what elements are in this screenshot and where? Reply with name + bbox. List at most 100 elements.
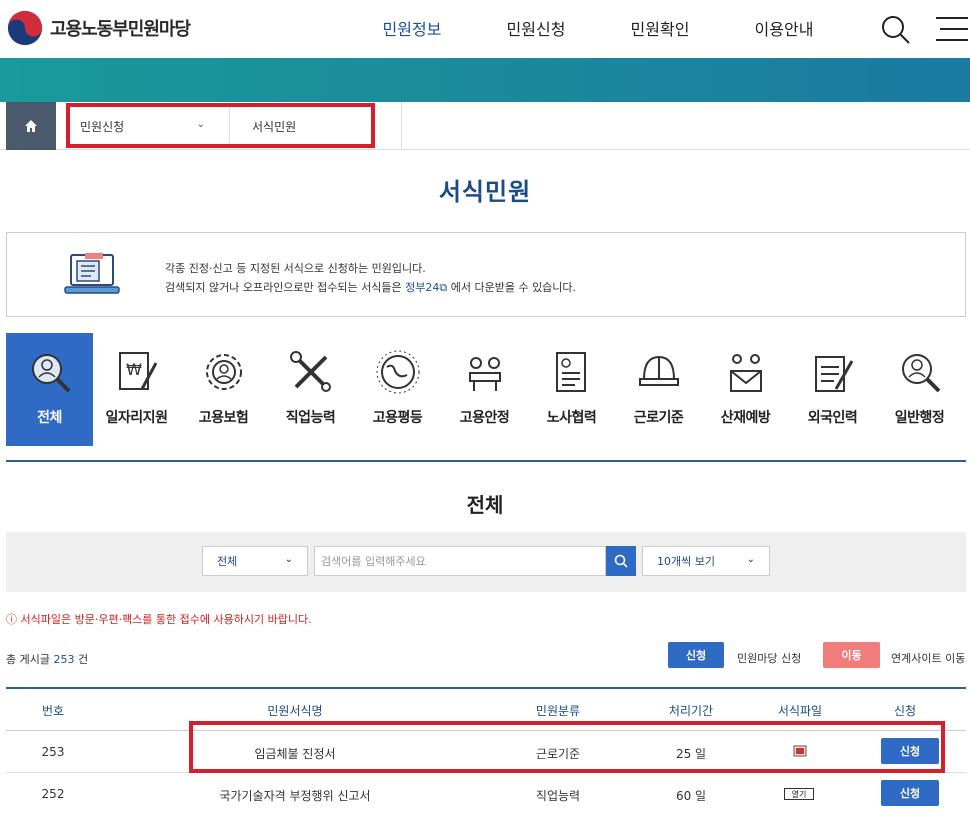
nav-item-apply[interactable]: 민원신청 bbox=[474, 16, 598, 40]
hamburger-menu-icon[interactable] bbox=[934, 14, 968, 44]
apply-button[interactable]: 신청 bbox=[881, 738, 939, 764]
category-label: 산재예방 bbox=[720, 410, 771, 426]
helmet-icon bbox=[639, 355, 679, 386]
table-row: 253 임금체불 진정서 근로기준 25 일 신청 bbox=[6, 731, 966, 773]
category-tab[interactable]: 직업능력 bbox=[267, 333, 354, 446]
breadcrumb-item-apply[interactable]: 민원신청 ⌄ bbox=[56, 102, 230, 150]
table-row: 252 국가기술자격 부정행위 신고서 직업능력 60 일 열기 신청 bbox=[6, 773, 966, 813]
category-tab[interactable]: 노사협력 bbox=[528, 333, 615, 446]
home-icon bbox=[25, 120, 37, 132]
category-tab[interactable]: 근로기준 bbox=[615, 333, 702, 446]
nav-item-check[interactable]: 민원확인 bbox=[598, 16, 722, 40]
row-number: 252 bbox=[41, 787, 65, 801]
row-form-name[interactable]: 국가기술자격 부정행위 신고서 bbox=[100, 787, 490, 804]
row-period: 25 일 bbox=[675, 747, 707, 761]
category-label: 고용안정 bbox=[459, 410, 510, 426]
row-category: 직업능력 bbox=[535, 789, 581, 803]
category-tab[interactable]: 고용보험 bbox=[180, 333, 267, 446]
table-header: 번호 민원서식명 민원분류 처리기간 서식파일 신청 bbox=[6, 687, 966, 731]
row-period: 60 일 bbox=[675, 789, 707, 803]
row-form-name[interactable]: 임금체불 진정서 bbox=[100, 745, 490, 762]
open-file-button[interactable]: 열기 bbox=[784, 788, 814, 800]
total-count: 총 게시글 253 건 bbox=[6, 651, 88, 667]
apply-button[interactable]: 신청 bbox=[881, 780, 939, 806]
chevron-down-icon: ⌄ bbox=[368, 119, 377, 130]
category-tab[interactable]: 전체 bbox=[6, 333, 93, 446]
globe-icon bbox=[376, 350, 420, 394]
gov24-link[interactable]: 정부24 bbox=[405, 281, 439, 294]
header: 고용노동부민원마당 민원정보 민원신청 민원확인 이용안내 bbox=[0, 0, 970, 58]
laptop-form-icon bbox=[64, 253, 120, 294]
category-label: 외국인력 bbox=[807, 410, 858, 426]
logo[interactable]: 고용노동부민원마당 bbox=[6, 9, 191, 47]
breadcrumb-label: 민원신청 bbox=[80, 119, 125, 134]
tools-icon bbox=[290, 351, 331, 392]
search-input[interactable]: 검색어를 입력해주세요 bbox=[314, 546, 606, 576]
section-title: 전체 bbox=[466, 493, 504, 517]
chevron-down-icon: ⌄ bbox=[746, 554, 755, 565]
breadcrumb-label: 서식민원 bbox=[252, 119, 297, 134]
site-name: 고용노동부민원마당 bbox=[50, 19, 191, 40]
page-size-value: 10개씩 보기 bbox=[657, 555, 715, 568]
svg-text:₩: ₩ bbox=[126, 360, 142, 379]
chevron-down-icon: ⌄ bbox=[284, 554, 293, 565]
header-file: 서식파일 bbox=[777, 704, 823, 718]
page-size-select[interactable]: 10개씩 보기 ⌄ bbox=[642, 546, 770, 576]
total-number: 253 bbox=[53, 653, 75, 666]
category-tab[interactable]: 외국인력 bbox=[789, 333, 876, 446]
header-category: 민원분류 bbox=[535, 704, 581, 718]
top-banner bbox=[0, 58, 970, 102]
search-bar: 전체 ⌄ 검색어를 입력해주세요 10개씩 보기 ⌄ bbox=[6, 532, 966, 592]
forms-table: 번호 민원서식명 민원분류 처리기간 서식파일 신청 253 임금체불 진정서 … bbox=[6, 687, 966, 813]
category-label: 전체 bbox=[37, 410, 62, 426]
nav-item-info[interactable]: 민원정보 bbox=[350, 16, 474, 40]
category-tab[interactable]: 산재예방 bbox=[702, 333, 789, 446]
nav-item-guide[interactable]: 이용안내 bbox=[722, 16, 846, 40]
mail-people-icon bbox=[730, 354, 762, 392]
info-line-2-prefix: 검색되지 않거나 오프라인으로만 접수되는 서식들은 bbox=[165, 281, 402, 294]
main-nav: 민원정보 민원신청 민원확인 이용안내 bbox=[350, 16, 846, 40]
search-placeholder: 검색어를 입력해주세요 bbox=[321, 555, 426, 568]
total-prefix: 총 게시글 bbox=[6, 653, 50, 666]
search-scope-select[interactable]: 전체 ⌄ bbox=[202, 546, 308, 576]
info-line-1: 각종 진정·신고 등 지정된 서식으로 신청하는 민원입니다. bbox=[165, 262, 426, 275]
document-icon bbox=[556, 352, 586, 392]
chevron-down-icon: ⌄ bbox=[196, 119, 205, 130]
pdf-icon[interactable] bbox=[793, 745, 807, 757]
notice-text: ⓘ 서식파일은 방문·우편·팩스를 통한 접수에 사용하시기 바랍니다. bbox=[6, 613, 312, 626]
external-link-icon: ⧉ bbox=[439, 281, 448, 294]
category-tab[interactable]: ₩ 일자리지원 bbox=[93, 333, 180, 446]
header-period: 처리기간 bbox=[668, 704, 714, 718]
category-label: 일자리지원 bbox=[105, 410, 168, 426]
category-label: 일반행정 bbox=[894, 410, 945, 426]
info-line-2-suffix: 에서 다운받을 수 있습니다. bbox=[450, 281, 577, 294]
row-category: 근로기준 bbox=[535, 747, 581, 761]
category-tab[interactable]: 고용평등 bbox=[354, 333, 441, 446]
category-label: 직업능력 bbox=[285, 410, 336, 426]
breadcrumb-item-form[interactable]: 서식민원 ⌄ bbox=[230, 102, 402, 150]
category-label: 고용평등 bbox=[372, 410, 423, 426]
legend-apply-desc: 민원마당 신청 bbox=[737, 652, 802, 665]
won-document-icon: ₩ bbox=[119, 352, 158, 390]
page-title: 서식민원 bbox=[438, 178, 532, 206]
info-box: 각종 진정·신고 등 지정된 서식으로 신청하는 민원입니다. 검색되지 않거나… bbox=[6, 232, 966, 317]
info-text: 각종 진정·신고 등 지정된 서식으로 신청하는 민원입니다. 검색되지 않거나… bbox=[165, 259, 576, 297]
breadcrumb: 민원신청 ⌄ 서식민원 ⌄ bbox=[0, 102, 970, 150]
search-person-icon bbox=[32, 354, 71, 393]
search-person-icon bbox=[902, 354, 941, 393]
search-icon bbox=[614, 554, 628, 568]
header-number: 번호 bbox=[41, 704, 65, 718]
info-line-2: 검색되지 않거나 오프라인으로만 접수되는 서식들은 정부24⧉ 에서 다운받을… bbox=[165, 278, 576, 297]
search-scope-value: 전체 bbox=[217, 555, 238, 568]
category-tab[interactable]: 고용안정 bbox=[441, 333, 528, 446]
gear-person-icon bbox=[206, 354, 242, 390]
header-apply: 신청 bbox=[893, 704, 917, 718]
category-label: 고용보험 bbox=[198, 410, 249, 426]
category-label: 근로기준 bbox=[633, 410, 684, 426]
home-button[interactable] bbox=[6, 102, 56, 150]
category-tab[interactable]: 일반행정 bbox=[876, 333, 963, 446]
search-button[interactable] bbox=[606, 546, 636, 576]
category-tabs: 전체 ₩ 일자리지원 고용보험 직업능력 고용평등 고용안정 노사협력 근로기준 산재예방 외국인력… bbox=[6, 333, 966, 446]
total-suffix: 건 bbox=[77, 653, 89, 666]
search-icon[interactable] bbox=[880, 14, 912, 46]
